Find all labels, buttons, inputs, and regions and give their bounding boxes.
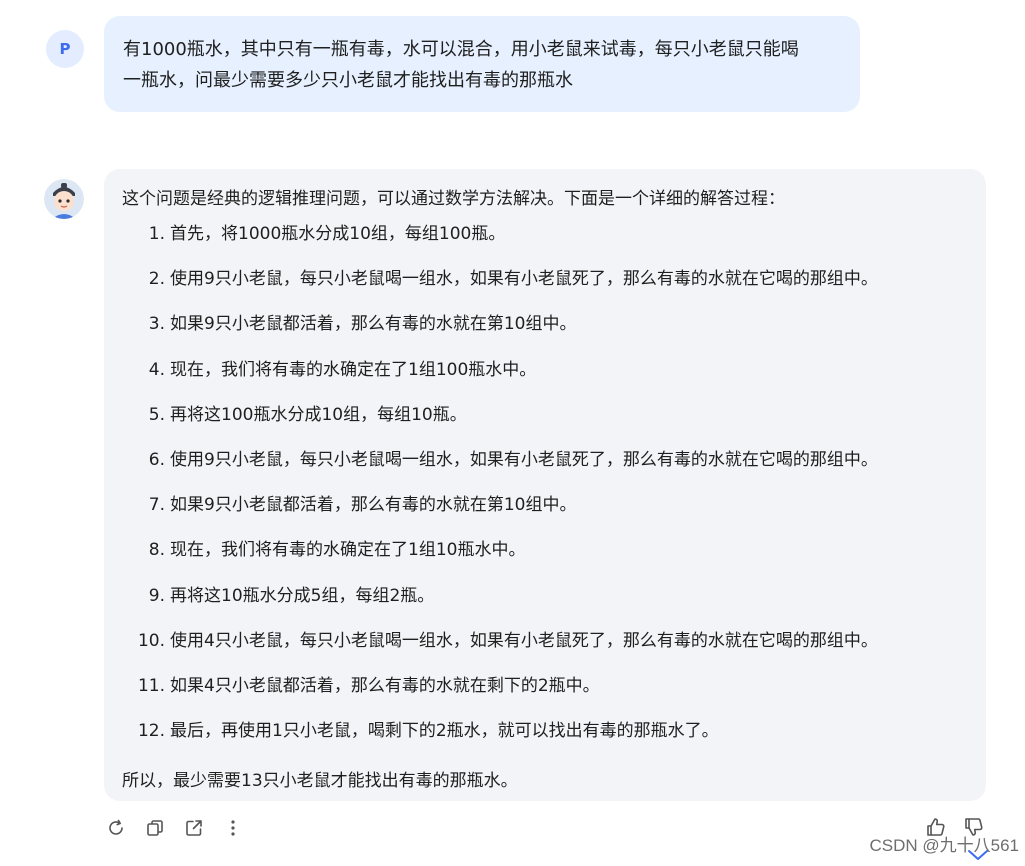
step-number: 7. (148, 495, 165, 516)
assistant-avatar-icon (44, 179, 84, 219)
step-text: 如果4只小老鼠都活着，那么有毒的水就在剩下的2瓶中。 (170, 675, 600, 696)
user-message-line: 一瓶水，问最少需要多少只小老鼠才能找出有毒的那瓶水 (123, 70, 573, 91)
assistant-message-bubble: 这个问题是经典的逻辑推理问题，可以通过数学方法解决。下面是一个详细的解答过程： … (104, 169, 986, 801)
step-number: 6. (148, 449, 165, 470)
step-number: 4. (148, 359, 165, 380)
step-number: 11. (137, 675, 165, 696)
step-number: 5. (148, 404, 165, 425)
step-text: 最后，再使用1只小老鼠，喝剩下的2瓶水，就可以找出有毒的那瓶水了。 (170, 721, 719, 742)
list-item: 2. 使用9只小老鼠，每只小老鼠喝一组水，如果有小老鼠死了，那么有毒的水就在它喝的… (122, 264, 986, 309)
list-item: 6. 使用9只小老鼠，每只小老鼠喝一组水，如果有小老鼠死了，那么有毒的水就在它喝的… (122, 445, 986, 490)
regenerate-button[interactable] (104, 816, 128, 840)
step-text: 再将这10瓶水分成5组，每组2瓶。 (170, 585, 435, 606)
user-message-bubble: 有1000瓶水，其中只有一瓶有毒，水可以混合，用小老鼠来试毒，每只小老鼠只能喝 … (104, 16, 860, 112)
copy-icon (147, 820, 163, 836)
step-number: 8. (148, 540, 165, 561)
list-item: 5. 再将这100瓶水分成10组，每组10瓶。 (122, 400, 986, 445)
step-text: 使用9只小老鼠，每只小老鼠喝一组水，如果有小老鼠死了，那么有毒的水就在它喝的那组… (170, 269, 878, 290)
assistant-conclusion: 所以，最少需要13只小老鼠才能找出有毒的那瓶水。 (122, 771, 518, 792)
user-message-line: 有1000瓶水，其中只有一瓶有毒，水可以混合，用小老鼠来试毒，每只小老鼠只能喝 (123, 39, 799, 60)
csdn-watermark: CSDN @九十八561 (869, 836, 1019, 855)
step-text: 使用9只小老鼠，每只小老鼠喝一组水，如果有小老鼠死了，那么有毒的水就在它喝的那组… (170, 449, 878, 470)
step-number: 9. (148, 585, 165, 606)
step-number: 3. (148, 314, 165, 335)
list-item: 3. 如果9只小老鼠都活着，那么有毒的水就在第10组中。 (122, 309, 986, 354)
list-item: 10. 使用4只小老鼠，每只小老鼠喝一组水，如果有小老鼠死了，那么有毒的水就在它喝… (122, 626, 986, 671)
list-item: 4. 现在，我们将有毒的水确定在了1组100瓶水中。 (122, 355, 986, 400)
step-text: 再将这100瓶水分成10组，每组10瓶。 (170, 404, 467, 425)
step-number: 1. (148, 224, 165, 244)
chevron-down-icon[interactable] (966, 848, 990, 862)
share-button[interactable] (182, 816, 206, 840)
step-number: 12. (137, 721, 165, 742)
step-text: 如果9只小老鼠都活着，那么有毒的水就在第10组中。 (170, 495, 577, 516)
step-number: 10. (137, 630, 165, 651)
step-text: 如果9只小老鼠都活着，那么有毒的水就在第10组中。 (170, 314, 577, 335)
step-text: 现在，我们将有毒的水确定在了1组100瓶水中。 (170, 359, 537, 380)
list-item: 8. 现在，我们将有毒的水确定在了1组10瓶水中。 (122, 535, 986, 580)
message-action-toolbar (104, 815, 245, 841)
more-button[interactable] (221, 816, 245, 840)
refresh-icon (109, 819, 123, 835)
share-icon (186, 820, 202, 836)
step-number: 2. (148, 269, 165, 290)
more-icon (231, 820, 235, 836)
step-text: 使用4只小老鼠，每只小老鼠喝一组水，如果有小老鼠死了，那么有毒的水就在它喝的那组… (170, 630, 878, 651)
list-item: 9. 再将这10瓶水分成5组，每组2瓶。 (122, 581, 986, 626)
step-text: 现在，我们将有毒的水确定在了1组10瓶水中。 (170, 540, 526, 561)
list-item: 7. 如果9只小老鼠都活着，那么有毒的水就在第10组中。 (122, 490, 986, 535)
assistant-avatar (44, 179, 84, 219)
copy-button[interactable] (143, 816, 167, 840)
user-avatar: P (46, 30, 84, 68)
assistant-intro: 这个问题是经典的逻辑推理问题，可以通过数学方法解决。下面是一个详细的解答过程： (122, 189, 785, 209)
step-text: 首先，将1000瓶水分成10组，每组100瓶。 (170, 224, 506, 244)
list-item: 1. 首先，将1000瓶水分成10组，每组100瓶。 (122, 219, 986, 264)
list-item: 11. 如果4只小老鼠都活着，那么有毒的水就在剩下的2瓶中。 (122, 671, 986, 716)
list-item: 12. 最后，再使用1只小老鼠，喝剩下的2瓶水，就可以找出有毒的那瓶水了。 (122, 716, 986, 761)
solution-steps-list: 1. 首先，将1000瓶水分成10组，每组100瓶。 2. 使用9只小老鼠，每只小老… (122, 219, 986, 761)
